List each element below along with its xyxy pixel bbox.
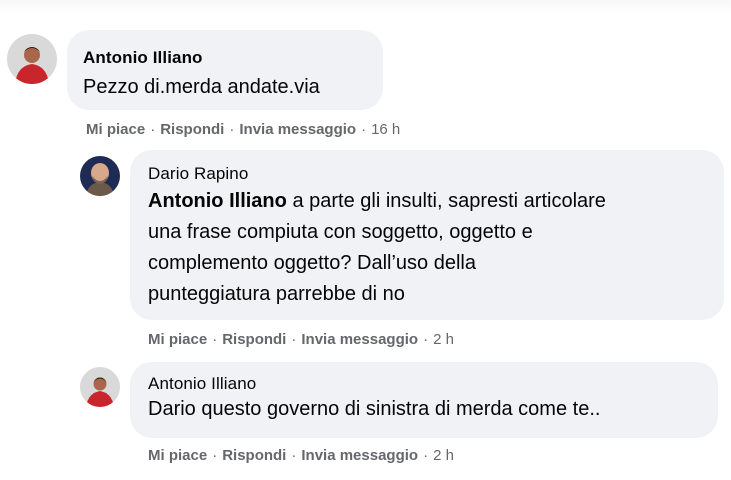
mention-link[interactable]: Antonio Illiano bbox=[148, 190, 287, 212]
avatar-bald-man-icon bbox=[80, 156, 120, 196]
comment-author[interactable]: Dario Rapino bbox=[148, 164, 706, 184]
separator: · bbox=[150, 121, 156, 138]
separator: · bbox=[291, 447, 297, 464]
reply-link[interactable]: Rispondi bbox=[222, 447, 286, 464]
comment-text: Pezzo di.merda andate.via bbox=[83, 76, 320, 98]
avatar[interactable] bbox=[80, 156, 120, 196]
separator: · bbox=[291, 331, 297, 348]
avatar-red-jersey-icon bbox=[7, 34, 57, 84]
separator: · bbox=[361, 121, 367, 138]
comment-bubble: Antonio Illiano Pezzo di.merda andate.vi… bbox=[67, 30, 383, 110]
separator: · bbox=[229, 121, 235, 138]
avatar[interactable] bbox=[80, 367, 120, 407]
comment-line: a parte gli insulti, sapresti articolare bbox=[292, 190, 606, 212]
comment-line: una frase compiuta con soggetto, oggetto… bbox=[148, 221, 533, 243]
timestamp[interactable]: 16 h bbox=[371, 121, 400, 138]
avatar-red-jersey-icon bbox=[80, 367, 120, 407]
comment-text: Antonio Illiano a parte gli insulti, sap… bbox=[148, 186, 706, 310]
like-link[interactable]: Mi piace bbox=[148, 447, 207, 464]
avatar[interactable] bbox=[7, 34, 57, 84]
like-link[interactable]: Mi piace bbox=[148, 331, 207, 348]
reply-link[interactable]: Rispondi bbox=[222, 331, 286, 348]
separator: · bbox=[423, 447, 429, 464]
comment-author[interactable]: Antonio Illiano bbox=[148, 374, 700, 394]
comment-actions: Mi piace · Rispondi · Invia messaggio · 16 h bbox=[86, 121, 400, 138]
reply-link[interactable]: Rispondi bbox=[160, 121, 224, 138]
timestamp[interactable]: 2 h bbox=[433, 447, 454, 464]
timestamp[interactable]: 2 h bbox=[433, 331, 454, 348]
send-message-link[interactable]: Invia messaggio bbox=[301, 331, 418, 348]
comment-line: complemento oggetto? Dall’uso della bbox=[148, 252, 476, 274]
top-edge bbox=[0, 0, 731, 14]
comment-bubble: Antonio Illiano Dario questo governo di … bbox=[130, 362, 718, 438]
comment-text: Dario questo governo di sinistra di merd… bbox=[148, 398, 601, 420]
separator: · bbox=[212, 331, 218, 348]
comment-actions: Mi piace · Rispondi · Invia messaggio · 2 h bbox=[148, 447, 454, 464]
separator: · bbox=[423, 331, 429, 348]
comment-author[interactable]: Antonio Illiano bbox=[83, 48, 367, 68]
send-message-link[interactable]: Invia messaggio bbox=[239, 121, 356, 138]
separator: · bbox=[212, 447, 218, 464]
comment-bubble: Dario Rapino Antonio Illiano a parte gli… bbox=[130, 150, 724, 320]
comment-actions: Mi piace · Rispondi · Invia messaggio · 2 h bbox=[148, 331, 454, 348]
like-link[interactable]: Mi piace bbox=[86, 121, 145, 138]
send-message-link[interactable]: Invia messaggio bbox=[301, 447, 418, 464]
comment-line: punteggiatura parrebbe di no bbox=[148, 283, 405, 305]
